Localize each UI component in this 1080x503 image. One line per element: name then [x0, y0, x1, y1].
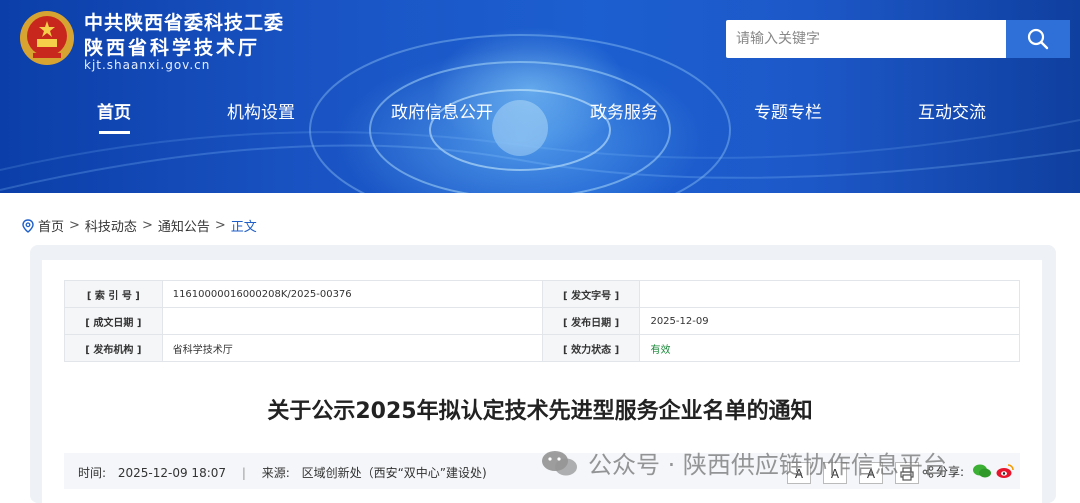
- breadcrumb-notices[interactable]: 通知公告: [158, 216, 210, 235]
- meta-key-status: [ 效力状态 ]: [541, 334, 641, 362]
- breadcrumb-tech-news[interactable]: 科技动态: [85, 216, 137, 235]
- weibo-share-icon[interactable]: [996, 463, 1014, 479]
- article-title: 关于公示2025年拟认定技术先进型服务企业名单的通知: [267, 399, 813, 424]
- nav-item-home[interactable]: 首页: [97, 98, 131, 123]
- breadcrumb: 首页 > 科技动态 > 通知公告 > 正文: [22, 216, 257, 235]
- meta-row: [ 成文日期 ] [ 发布日期 ] 2025-12-09: [64, 307, 1020, 335]
- time-value: 2025-12-09 18:07: [117, 466, 227, 480]
- org-name-line1: 中共陕西省委科技工委: [84, 12, 285, 34]
- search-box: [726, 20, 1006, 58]
- wechat-share-icon[interactable]: [972, 463, 992, 479]
- search-input[interactable]: [726, 20, 1006, 58]
- meta-key-publish-date: [ 发布日期 ]: [541, 307, 641, 335]
- document-meta-table: [ 索 引 号 ] 11610000016000208K/2025-00376 …: [64, 280, 1020, 362]
- breadcrumb-separator: >: [141, 218, 153, 233]
- breadcrumb-current: 正文: [230, 220, 257, 235]
- meta-value-status: 有效: [639, 334, 1020, 362]
- nav-item-services[interactable]: 政务服务: [590, 98, 658, 123]
- meta-key-written-date: [ 成文日期 ]: [64, 307, 163, 335]
- watermark-text: 公众号 · 陕西供应链协作信息平台: [588, 451, 947, 479]
- nav-item-organization[interactable]: 机构设置: [227, 98, 295, 123]
- source-value: 区域创新处（西安“双中心”建设处): [301, 466, 487, 480]
- search-button[interactable]: [1006, 20, 1070, 58]
- time-label: 时间:: [78, 466, 107, 480]
- source-label: 来源:: [261, 466, 290, 480]
- meta-value-publish-date: 2025-12-09: [639, 307, 1020, 335]
- meta-value-written-date: [161, 307, 543, 335]
- meta-value-index: 11610000016000208K/2025-00376: [161, 280, 543, 308]
- meta-key-doc-number: [ 发文字号 ]: [541, 280, 641, 308]
- meta-value-publisher: 省科学技术厅: [161, 334, 543, 362]
- meta-key-index: [ 索 引 号 ]: [64, 280, 163, 308]
- search-icon: [1027, 28, 1049, 50]
- breadcrumb-separator: >: [69, 218, 80, 233]
- wechat-watermark: 公众号 · 陕西供应链协作信息平台: [540, 445, 947, 480]
- meta-value-doc-number: [639, 280, 1020, 308]
- meta-key-publisher: [ 发布机构 ]: [64, 334, 163, 362]
- nav-active-underline: [99, 131, 130, 134]
- nav-item-topics[interactable]: 专题专栏: [754, 98, 822, 123]
- nav-item-gov-info[interactable]: 政府信息公开: [391, 98, 493, 123]
- main-nav: 首页 机构设置 政府信息公开 政务服务 专题专栏 互动交流: [0, 98, 1080, 134]
- meta-row: [ 索 引 号 ] 11610000016000208K/2025-00376 …: [64, 280, 1020, 308]
- org-name-line2: 陕西省科学技术厅: [84, 37, 261, 59]
- nav-item-interaction[interactable]: 互动交流: [918, 98, 986, 123]
- location-pin-icon: [22, 218, 34, 233]
- site-domain: kjt.shaanxi.gov.cn: [84, 58, 211, 72]
- national-emblem-logo: [20, 11, 74, 65]
- breadcrumb-separator: >: [214, 218, 226, 233]
- meta-row: [ 发布机构 ] 省科学技术厅 [ 效力状态 ] 有效: [64, 334, 1020, 362]
- breadcrumb-home[interactable]: 首页: [38, 216, 64, 235]
- site-header: 中共陕西省委科技工委 陕西省科学技术厅 kjt.shaanxi.gov.cn 首…: [0, 0, 1080, 193]
- info-divider: |: [241, 466, 246, 480]
- wechat-logo-icon: [542, 450, 577, 475]
